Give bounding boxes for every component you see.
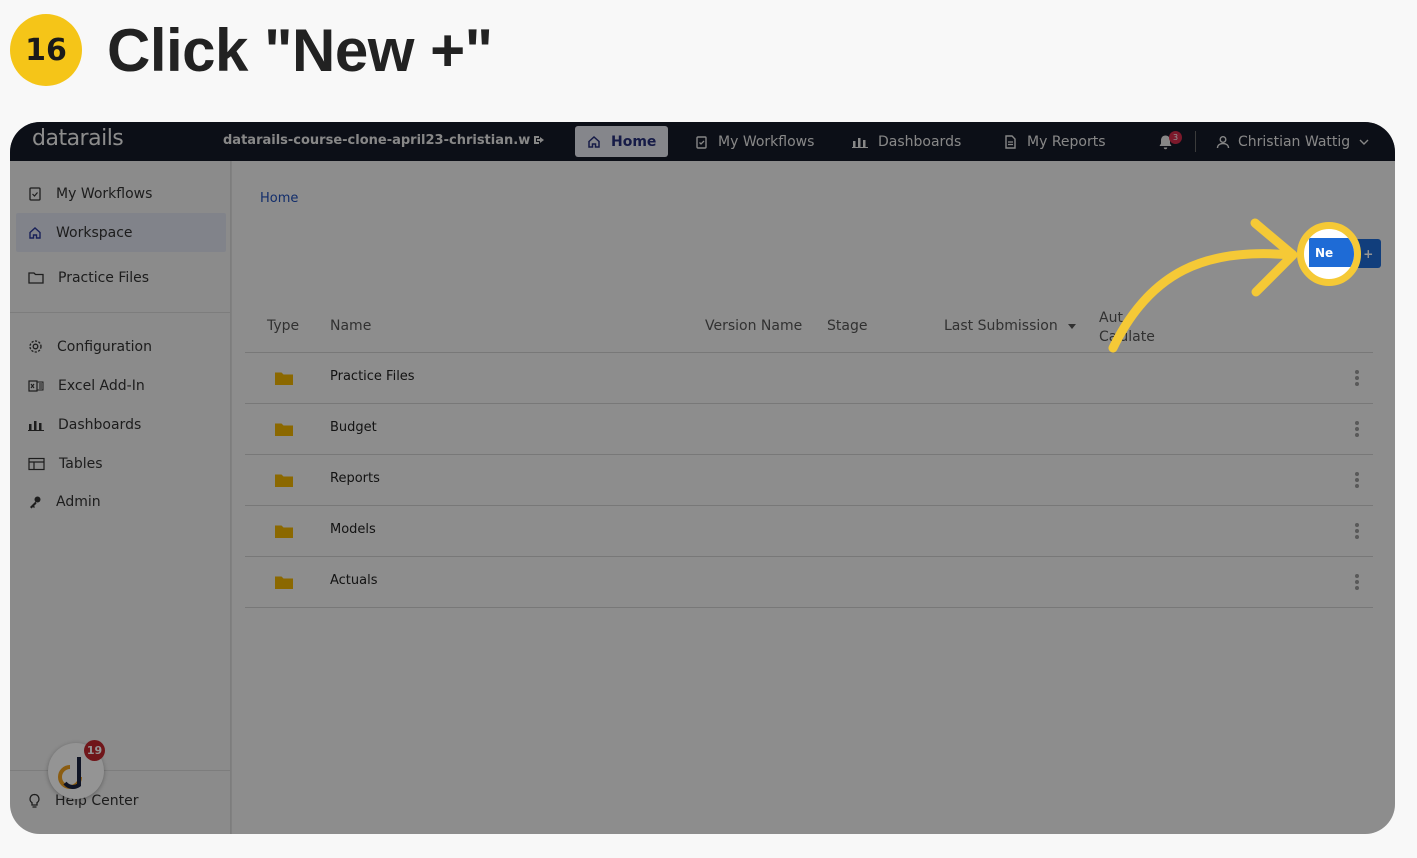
step-header: 16 Click "New +" — [10, 14, 493, 86]
app-screenshot: datarails datarails-course-clone-april23… — [10, 122, 1395, 834]
pointer-arrow — [1108, 218, 1298, 353]
step-number-badge: 16 — [10, 14, 82, 86]
step-title: Click "New +" — [107, 16, 493, 84]
